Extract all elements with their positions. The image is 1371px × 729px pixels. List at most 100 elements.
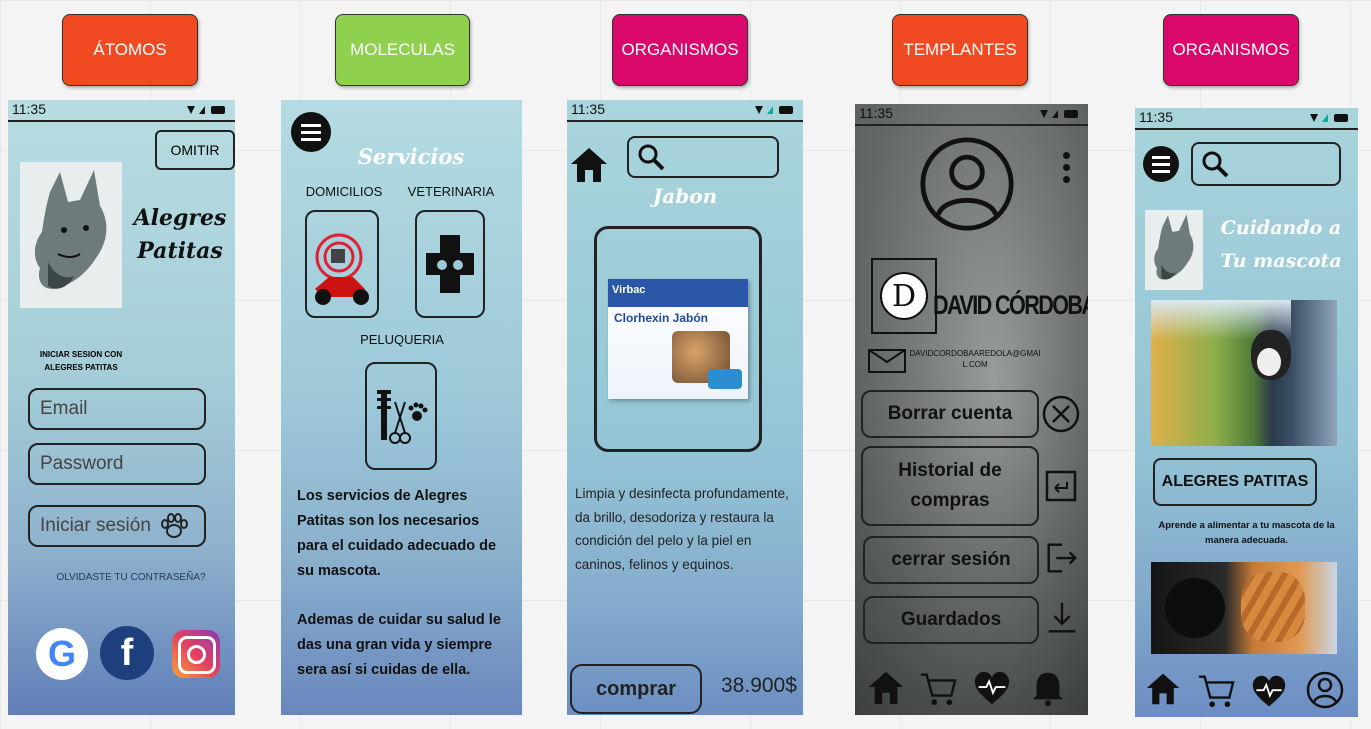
peluqueria-button[interactable] xyxy=(365,362,437,470)
instagram-icon[interactable] xyxy=(172,630,220,678)
signal-battery-icon xyxy=(1040,110,1078,118)
user-name-text: DAVID CÓRDOBA xyxy=(933,290,1088,320)
download-icon[interactable] xyxy=(1043,598,1081,638)
label-text: ORGANISMOS xyxy=(621,40,739,59)
service-label-veterinaria: VETERINARIA xyxy=(401,184,501,199)
buy-button[interactable]: comprar xyxy=(570,664,702,714)
google-icon[interactable]: G xyxy=(36,628,88,680)
dog-icon xyxy=(1154,214,1194,280)
home-icon[interactable] xyxy=(1145,670,1181,706)
headline: Cuidando a Tu mascota xyxy=(1207,212,1355,278)
dog-icon xyxy=(34,170,107,289)
login-button-label: Iniciar sesión xyxy=(40,515,151,536)
phone-templantes: 11:35 D DAVID CÓRDOBA DAVIDCORDOBAAREDOL… xyxy=(855,104,1088,715)
delete-account-label: Borrar cuenta xyxy=(887,403,1013,424)
password-placeholder: Password xyxy=(40,453,124,474)
profile-icon[interactable] xyxy=(1305,670,1345,710)
close-circle-icon[interactable] xyxy=(1041,394,1081,434)
status-bar: 11:35 xyxy=(567,100,803,122)
history-line-1: Historial de xyxy=(898,460,1002,481)
tagline-line-1: Aprende a alimentar a tu mascota de la xyxy=(1158,520,1335,531)
email-field[interactable]: Email xyxy=(28,388,206,430)
brand-button[interactable]: ALEGRES PATITAS xyxy=(1153,458,1317,506)
more-options-icon[interactable] xyxy=(1063,152,1071,190)
home-icon[interactable] xyxy=(569,144,609,184)
forgot-password-link[interactable]: OLVIDASTE TU CONTRASEÑA? xyxy=(36,572,226,583)
cart-icon[interactable] xyxy=(919,668,957,708)
cart-icon[interactable] xyxy=(1197,670,1235,710)
vet-cross-icon xyxy=(426,235,474,293)
health-heart-icon[interactable] xyxy=(973,670,1011,708)
description-paragraph-1: Los servicios de Alegres Patitas son los… xyxy=(297,488,497,579)
purchase-history-button[interactable]: Historial de compras xyxy=(861,446,1039,526)
logout-button[interactable]: cerrar sesión xyxy=(863,536,1039,584)
services-description: Los servicios de Alegres Patitas son los… xyxy=(297,484,512,683)
signal-battery-icon xyxy=(187,106,225,114)
product-box-image: Virbac Clorhexin Jabón xyxy=(608,279,748,399)
mail-icon xyxy=(868,349,906,373)
description-paragraph-2: Ademas de cuidar su salud le das una gra… xyxy=(297,612,501,678)
product-image-frame[interactable]: Virbac Clorhexin Jabón xyxy=(594,226,762,452)
service-text: PELUQUERIA xyxy=(360,332,444,347)
price-text: 38.900$ xyxy=(721,674,797,697)
brand-line-1: Alegres xyxy=(133,205,227,231)
user-initial-badge: D xyxy=(871,258,937,334)
paw-icon xyxy=(160,513,188,538)
label-templantes: TEMPLANTES xyxy=(892,14,1028,86)
search-input[interactable] xyxy=(627,136,779,178)
product-description: Limpia y desinfecta profundamente, da br… xyxy=(575,482,797,576)
saved-label: Guardados xyxy=(900,609,1002,630)
services-title: Servicios xyxy=(351,144,471,169)
login-heading: INICIAR SESION CON ALEGRES PATITAS xyxy=(26,348,136,374)
delete-account-button[interactable]: Borrar cuenta xyxy=(861,390,1039,438)
phone-atomos: 11:35 OMITIR Alegres Patitas INICIAR SES… xyxy=(8,100,235,715)
veterinaria-button[interactable] xyxy=(415,210,485,318)
box-brand: Virbac xyxy=(612,284,646,296)
headline-line-2: Tu mascota xyxy=(1220,250,1342,272)
menu-icon[interactable] xyxy=(1143,146,1179,182)
saved-button[interactable]: Guardados xyxy=(863,596,1039,644)
label-text: MOLECULAS xyxy=(350,40,455,59)
password-field[interactable]: Password xyxy=(28,443,206,485)
label-organismos: ORGANISMOS xyxy=(612,14,748,86)
user-email: DAVIDCORDOBAAREDOLA@GMAIL.COM xyxy=(909,348,1041,370)
login-button[interactable]: Iniciar sesión xyxy=(28,505,206,547)
search-icon xyxy=(1202,151,1229,178)
label-text: ÁTOMOS xyxy=(93,40,167,59)
domicilios-button[interactable] xyxy=(305,210,379,318)
dog-car-photo xyxy=(1151,300,1337,446)
delivery-moto-icon xyxy=(315,233,369,305)
search-input[interactable] xyxy=(1191,142,1341,186)
skip-button[interactable]: OMITIR xyxy=(155,130,235,170)
service-label-peluqueria: PELUQUERIA xyxy=(347,332,457,347)
service-text: VETERINARIA xyxy=(407,184,495,199)
signal-battery-icon xyxy=(1310,114,1348,122)
login-heading-line-2: ALEGRES PATITAS xyxy=(44,363,118,372)
status-bar: 11:35 xyxy=(855,104,1088,126)
logout-icon[interactable] xyxy=(1043,538,1081,578)
profile-avatar-icon[interactable] xyxy=(919,136,1015,232)
brand-button-label: ALEGRES PATITAS xyxy=(1161,473,1309,490)
tagline: Aprende a alimentar a tu mascota de la m… xyxy=(1135,518,1358,548)
product-price: 38.900$ xyxy=(721,674,797,698)
status-time: 11:35 xyxy=(571,101,605,117)
menu-icon[interactable] xyxy=(291,112,331,152)
box-name: Clorhexin Jabón xyxy=(614,311,709,325)
health-heart-icon[interactable] xyxy=(1251,674,1287,710)
status-bar: 11:35 xyxy=(1135,108,1358,130)
history-return-icon[interactable] xyxy=(1041,466,1081,506)
buy-button-label: comprar xyxy=(595,677,677,700)
phone-organismos: 11:35 Jabon Virbac Clorhexin Jabón Limpi… xyxy=(567,100,803,715)
email-placeholder: Email xyxy=(40,398,88,419)
logout-label: cerrar sesión xyxy=(891,549,1011,570)
facebook-icon[interactable]: f xyxy=(100,626,154,680)
user-initial: D xyxy=(891,278,917,314)
dog-logo xyxy=(20,162,122,308)
label-atomos: ÁTOMOS xyxy=(62,14,198,86)
grooming-icon xyxy=(377,390,428,444)
tagline-line-2: manera adecuada. xyxy=(1205,535,1288,546)
notification-bell-icon[interactable] xyxy=(1029,668,1067,708)
home-icon[interactable] xyxy=(867,668,905,706)
status-bar: 11:35 xyxy=(8,100,235,122)
skip-label: OMITIR xyxy=(170,142,220,158)
